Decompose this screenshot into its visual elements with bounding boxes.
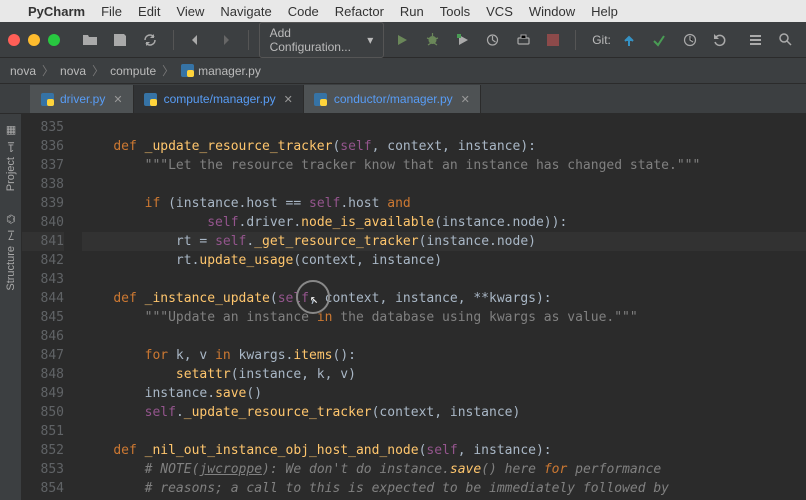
tool-window-structure[interactable]: Structure 7 ⌬ bbox=[3, 207, 19, 297]
menu-help[interactable]: Help bbox=[591, 4, 618, 19]
breadcrumb-file[interactable]: manager.py bbox=[180, 64, 261, 78]
menu-navigate[interactable]: Navigate bbox=[220, 4, 271, 19]
menubar-app-name[interactable]: PyCharm bbox=[28, 4, 85, 19]
tab-label: driver.py bbox=[60, 92, 105, 106]
tool-window-bar-left: Project 1 ▦ Structure 7 ⌬ bbox=[0, 114, 22, 500]
vcs-commit-button[interactable] bbox=[647, 27, 671, 53]
tool-window-project[interactable]: Project 1 ▦ bbox=[3, 118, 19, 197]
stop-button[interactable] bbox=[541, 27, 565, 53]
run-button[interactable] bbox=[390, 27, 414, 53]
ide-settings-button[interactable] bbox=[744, 27, 768, 53]
save-all-button[interactable] bbox=[108, 27, 132, 53]
main-area: Project 1 ▦ Structure 7 ⌬ 83583683783883… bbox=[0, 114, 806, 500]
breadcrumb-part[interactable]: nova bbox=[60, 64, 86, 78]
debug-button[interactable] bbox=[420, 27, 444, 53]
close-window-button[interactable] bbox=[8, 34, 20, 46]
tab-label: conductor/manager.py bbox=[334, 92, 453, 106]
chevron-right-icon: 〉 bbox=[42, 62, 54, 79]
attach-button[interactable] bbox=[511, 27, 535, 53]
git-label: Git: bbox=[592, 33, 611, 47]
menu-view[interactable]: View bbox=[176, 4, 204, 19]
menu-code[interactable]: Code bbox=[288, 4, 319, 19]
forward-button[interactable] bbox=[214, 27, 238, 53]
chevron-right-icon: 〉 bbox=[92, 62, 104, 79]
open-file-button[interactable] bbox=[78, 27, 102, 53]
vcs-history-button[interactable] bbox=[677, 27, 701, 53]
sync-button[interactable] bbox=[138, 27, 162, 53]
close-icon[interactable]: ✕ bbox=[113, 93, 122, 106]
vcs-update-button[interactable] bbox=[617, 27, 641, 53]
menu-file[interactable]: File bbox=[101, 4, 122, 19]
editor-tab[interactable]: compute/manager.py ✕ bbox=[134, 85, 304, 113]
run-with-coverage-button[interactable] bbox=[451, 27, 475, 53]
run-configuration-selector[interactable]: Add Configuration... ▾ bbox=[259, 22, 385, 58]
tab-label: compute/manager.py bbox=[164, 92, 276, 106]
python-file-icon bbox=[144, 92, 158, 106]
code-editor[interactable]: 8358368378388398408418428438448458468478… bbox=[22, 114, 806, 500]
run-configuration-label: Add Configuration... bbox=[270, 26, 360, 54]
line-number-gutter: 8358368378388398408418428438448458468478… bbox=[22, 114, 74, 500]
chevron-right-icon: 〉 bbox=[162, 62, 174, 79]
zoom-window-button[interactable] bbox=[48, 34, 60, 46]
python-file-icon bbox=[314, 92, 328, 106]
window-controls bbox=[8, 34, 60, 46]
breadcrumb-part[interactable]: nova bbox=[10, 64, 36, 78]
menu-run[interactable]: Run bbox=[400, 4, 424, 19]
main-toolbar: Add Configuration... ▾ Git: bbox=[0, 22, 806, 58]
editor-tab[interactable]: conductor/manager.py ✕ bbox=[304, 85, 481, 113]
menu-refactor[interactable]: Refactor bbox=[335, 4, 384, 19]
menu-vcs[interactable]: VCS bbox=[486, 4, 513, 19]
profile-button[interactable] bbox=[481, 27, 505, 53]
python-file-icon bbox=[40, 92, 54, 106]
vcs-revert-button[interactable] bbox=[707, 27, 731, 53]
editor-tabs: driver.py ✕ compute/manager.py ✕ conduct… bbox=[0, 84, 806, 114]
python-file-icon bbox=[180, 64, 194, 78]
macos-menubar: PyCharm File Edit View Navigate Code Ref… bbox=[0, 0, 806, 22]
menu-edit[interactable]: Edit bbox=[138, 4, 160, 19]
breadcrumb: nova 〉 nova 〉 compute 〉 manager.py bbox=[0, 58, 806, 84]
close-icon[interactable]: ✕ bbox=[461, 93, 470, 106]
chevron-down-icon: ▾ bbox=[367, 33, 373, 47]
search-everywhere-button[interactable] bbox=[774, 27, 798, 53]
code-content[interactable]: def _update_resource_tracker(self, conte… bbox=[74, 114, 806, 500]
menu-window[interactable]: Window bbox=[529, 4, 575, 19]
close-icon[interactable]: ✕ bbox=[284, 93, 293, 106]
editor-tab[interactable]: driver.py ✕ bbox=[30, 85, 134, 113]
breadcrumb-part[interactable]: compute bbox=[110, 64, 156, 78]
menu-tools[interactable]: Tools bbox=[440, 4, 470, 19]
minimize-window-button[interactable] bbox=[28, 34, 40, 46]
back-button[interactable] bbox=[183, 27, 207, 53]
